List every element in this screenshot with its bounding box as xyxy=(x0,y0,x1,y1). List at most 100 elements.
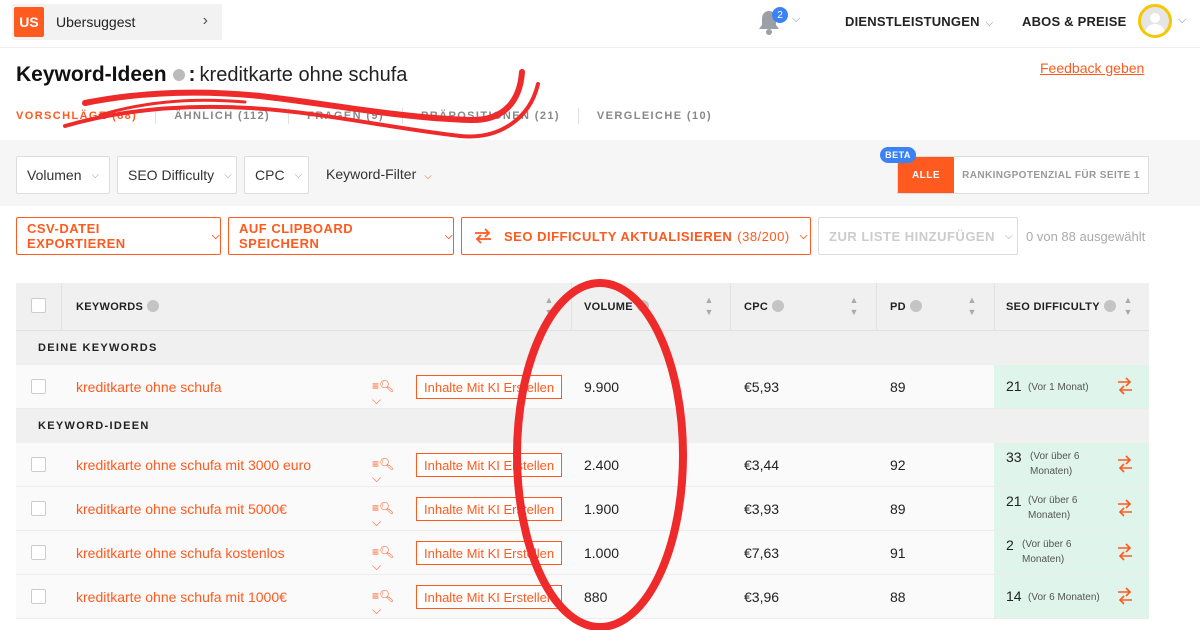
info-icon[interactable] xyxy=(1103,300,1116,312)
nav-abos-preise[interactable]: ABOS & PREISE xyxy=(1022,14,1126,29)
info-icon[interactable] xyxy=(147,300,160,312)
chevron-right-icon: › xyxy=(202,12,208,29)
nav-label: ABOS & PREISE xyxy=(1022,14,1127,29)
chevron-down-icon: ⌵ xyxy=(224,169,232,181)
info-icon[interactable] xyxy=(636,300,649,312)
selection-count: 0 von 88 ausgewählt xyxy=(1026,229,1146,244)
volume-value: 880 xyxy=(584,589,608,605)
column-header-pd[interactable]: PD xyxy=(890,300,922,313)
clipboard-button[interactable]: AUF CLIPBOARD SPEICHERN ⌵ xyxy=(228,217,454,255)
volume-value: 9.900 xyxy=(584,379,620,395)
button-label: CSV-DATEI EXPORTIEREN xyxy=(27,221,126,251)
seo-difficulty-cell: 21 (Vor über 6 Monaten) xyxy=(994,487,1149,530)
ai-content-button[interactable]: Inhalte Mit KI Erstellen xyxy=(416,585,563,609)
keyword-link[interactable]: kreditkarte ohne schufa xyxy=(76,379,222,395)
tab-vorschlaege[interactable]: VORSCHLÄGE (88) xyxy=(16,108,157,124)
keyword-tools-icon[interactable]: ≡🔍︎⌵ xyxy=(372,379,402,407)
feedback-link[interactable]: Feedback geben xyxy=(1040,60,1144,76)
tab-fragen[interactable]: FRAGEN (9) xyxy=(307,108,404,124)
column-divider xyxy=(876,283,877,331)
keyword-link[interactable]: kreditkarte ohne schufa mit 3000 euro xyxy=(76,457,311,473)
seo-difficulty-update-button[interactable]: SEO DIFFICULTY AKTUALISIEREN (38/200) ⌵ xyxy=(461,217,811,255)
seo-difficulty-cell: 2 (Vor über 6 Monaten) xyxy=(994,531,1149,574)
column-header-volume[interactable]: VOLUME xyxy=(584,300,649,313)
seo-updated-note: Monaten) xyxy=(1022,554,1065,565)
row-checkbox[interactable] xyxy=(31,457,46,472)
sort-icon[interactable]: ▲ ▼ xyxy=(543,294,555,320)
column-header-seo-difficulty[interactable]: SEO DIFFICULTY xyxy=(1006,300,1116,313)
refresh-icon[interactable] xyxy=(1115,498,1135,518)
seo-value: 2 xyxy=(1006,537,1014,553)
cpc-value: €3,44 xyxy=(744,457,780,473)
ai-content-button[interactable]: Inhalte Mit KI Erstellen xyxy=(416,453,563,477)
filter-label: Keyword-Filter xyxy=(326,166,417,182)
keyword-link[interactable]: kreditkarte ohne schufa mit 1000€ xyxy=(76,589,287,605)
info-icon[interactable] xyxy=(772,300,785,312)
seo-updated-note: (Vor 1 Monat) xyxy=(1028,382,1089,393)
button-label: SEO DIFFICULTY AKTUALISIEREN xyxy=(504,228,733,244)
column-header-cpc[interactable]: CPC xyxy=(744,300,785,313)
update-count: (38/200) xyxy=(737,228,790,244)
pd-value: 89 xyxy=(890,379,906,395)
refresh-icon[interactable] xyxy=(1115,454,1135,474)
seo-difficulty-filter[interactable]: SEO Difficulty ⌵ xyxy=(117,156,237,194)
volume-filter[interactable]: Volumen ⌵ xyxy=(16,156,110,194)
select-all-checkbox[interactable] xyxy=(31,298,46,313)
keyword-link[interactable]: kreditkarte ohne schufa mit 5000€ xyxy=(76,501,287,517)
row-checkbox[interactable] xyxy=(31,501,46,516)
ai-content-button[interactable]: Inhalte Mit KI Erstellen xyxy=(416,375,563,399)
seo-value: 21 xyxy=(1006,378,1022,394)
csv-export-button[interactable]: CSV-DATEI EXPORTIEREN ⌵ xyxy=(16,217,221,255)
chevron-down-icon: ⌵ xyxy=(211,230,220,242)
table-row: kreditkarte ohne schufa ≡🔍︎⌵ Inhalte Mit… xyxy=(16,365,1149,409)
page-title: Keyword-Ideen xyxy=(16,63,167,86)
sort-icon[interactable]: ▲ ▼ xyxy=(1122,294,1134,320)
refresh-icon[interactable] xyxy=(1115,586,1135,606)
column-divider xyxy=(61,283,62,331)
action-bar: CSV-DATEI EXPORTIEREN ⌵ AUF CLIPBOARD SPE… xyxy=(0,206,1200,276)
cpc-filter[interactable]: CPC ⌵ xyxy=(244,156,309,194)
keyword-tools-icon[interactable]: ≡🔍︎⌵ xyxy=(372,457,402,485)
pd-value: 89 xyxy=(890,501,906,517)
row-checkbox[interactable] xyxy=(31,589,46,604)
button-label: AUF CLIPBOARD SPEICHERN xyxy=(239,221,354,251)
refresh-icon[interactable] xyxy=(1115,376,1135,396)
filter-label: CPC xyxy=(255,167,285,183)
tab-praepositionen[interactable]: PRÄPOSITIONEN (21) xyxy=(421,108,579,124)
row-checkbox[interactable] xyxy=(31,379,46,394)
pd-value: 91 xyxy=(890,545,906,561)
sort-icon[interactable]: ▲ ▼ xyxy=(848,294,860,320)
cpc-value: €7,63 xyxy=(744,545,780,561)
user-icon xyxy=(1145,13,1165,35)
info-icon[interactable] xyxy=(172,69,185,81)
keyword-tools-icon[interactable]: ≡🔍︎⌵ xyxy=(372,501,402,529)
filter-label: SEO Difficulty xyxy=(128,167,215,183)
cpc-value: €5,93 xyxy=(744,379,780,395)
chevron-down-icon[interactable]: ⌵ xyxy=(1178,14,1186,27)
keyword-filter[interactable]: Keyword-Filter ⌵ xyxy=(326,166,432,182)
refresh-icon[interactable] xyxy=(1115,542,1135,562)
toggle-ranking-potential[interactable]: RANKINGPOTENZIAL FÜR SEITE 1 xyxy=(954,157,1148,193)
chevron-down-icon[interactable]: ⌵ xyxy=(792,13,800,26)
pd-value: 88 xyxy=(890,589,906,605)
sort-icon[interactable]: ▲ ▼ xyxy=(703,294,715,320)
nav-dienstleistungen[interactable]: DIENSTLEISTUNGEN ⌵ xyxy=(845,14,993,29)
row-checkbox[interactable] xyxy=(31,545,46,560)
info-icon[interactable] xyxy=(909,300,922,312)
column-header-keywords[interactable]: KEYWORDS xyxy=(76,300,160,313)
cpc-value: €3,93 xyxy=(744,501,780,517)
keyword-tools-icon[interactable]: ≡🔍︎⌵ xyxy=(372,545,402,573)
ai-content-button[interactable]: Inhalte Mit KI Erstellen xyxy=(416,497,563,521)
sort-icon[interactable]: ▲ ▼ xyxy=(966,294,978,320)
filter-bar: Volumen ⌵ SEO Difficulty ⌵ CPC ⌵ Keyword-Fi… xyxy=(0,140,1200,206)
avatar[interactable] xyxy=(1138,4,1172,38)
add-to-list-button[interactable]: ZUR LISTE HINZUFÜGEN ⌵ xyxy=(818,217,1018,255)
keyword-tools-icon[interactable]: ≡🔍︎⌵ xyxy=(372,589,402,617)
ai-content-button[interactable]: Inhalte Mit KI Erstellen xyxy=(416,541,563,565)
tab-vergleiche[interactable]: VERGLEICHE (10) xyxy=(597,108,730,124)
keyword-link[interactable]: kreditkarte ohne schufa kostenlos xyxy=(76,545,285,561)
chevron-down-icon: ⌵ xyxy=(91,169,100,181)
tab-aehnlich[interactable]: ÄHNLICH (112) xyxy=(174,108,290,124)
seo-updated-note: (Vor über 6 xyxy=(1030,451,1080,462)
project-switcher[interactable]: US Ubersuggest › xyxy=(12,4,222,40)
